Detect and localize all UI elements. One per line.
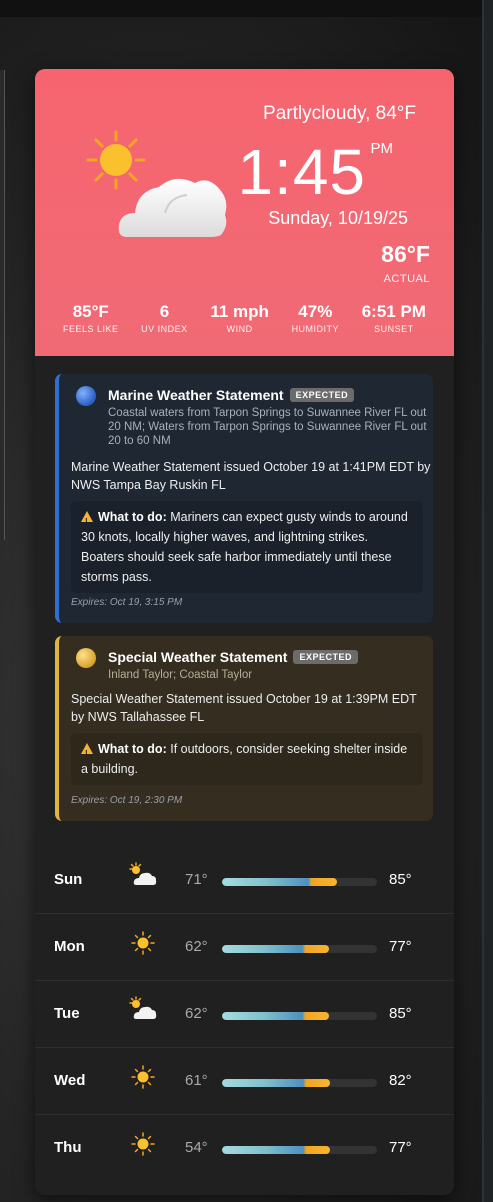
daily-forecast: Sun 71° 85° Mon 62° 77° Tue 62° 85° Wed …	[35, 847, 454, 1181]
stats-row: 85°F FEELS LIKE 6 UV INDEX 11 mph WIND 4…	[63, 302, 426, 334]
stat-value: 47%	[298, 302, 333, 321]
temp-range-fill	[222, 1079, 330, 1087]
stat-feels-like: 85°F FEELS LIKE	[63, 302, 119, 334]
temp-range-bar	[222, 945, 377, 953]
forecast-row[interactable]: Thu 54° 77°	[35, 1115, 454, 1181]
alert-description: Special Weather Statement issued October…	[71, 692, 417, 724]
top-bar	[0, 0, 493, 17]
stat-humidity: 47% HUMIDITY	[292, 302, 340, 334]
forecast-row[interactable]: Mon 62° 77°	[35, 914, 454, 981]
forecast-row[interactable]: Wed 61° 82°	[35, 1048, 454, 1115]
forecast-low: 62°	[185, 938, 208, 955]
alert-title: Marine Weather Statement EXPECTED	[108, 387, 355, 403]
status-badge: EXPECTED	[293, 650, 358, 664]
forecast-high: 77°	[389, 938, 412, 955]
temp-range-bar	[222, 1079, 377, 1087]
stat-label: SUNSET	[374, 324, 414, 334]
forecast-low: 54°	[185, 1139, 208, 1156]
temp-range-fill	[222, 1146, 330, 1154]
forecast-day: Mon	[54, 938, 85, 955]
warning-icon	[81, 511, 93, 532]
stat-uv-index: 6 UV INDEX	[141, 302, 188, 334]
todo-label: What to do:	[98, 510, 167, 524]
temp-range-fill	[222, 1012, 329, 1020]
alert-marine-weather-statement[interactable]: Marine Weather Statement EXPECTED Coastal…	[55, 374, 433, 623]
sunny-icon	[131, 931, 155, 955]
alert-expires: Expires: Oct 19, 3:15 PM	[71, 597, 183, 608]
sunny-icon	[131, 1065, 155, 1089]
time-ampm: PM	[370, 140, 394, 157]
partly-cloudy-icon	[129, 996, 157, 1019]
alert-expires: Expires: Oct 19, 2:30 PM	[71, 795, 183, 806]
actual-label: ACTUAL	[383, 273, 430, 285]
alert-title-text: Special Weather Statement	[108, 649, 288, 665]
warning-icon	[81, 743, 93, 764]
alert-area: Inland Taylor; Coastal Taylor	[108, 669, 253, 681]
current-date: Sunday, 10/19/25	[268, 208, 408, 228]
stat-label: HUMIDITY	[291, 324, 340, 334]
forecast-day: Thu	[54, 1139, 82, 1156]
cloud-icon	[118, 178, 227, 237]
temp-range-bar	[222, 878, 377, 886]
forecast-low: 62°	[185, 1005, 208, 1022]
partly-cloudy-icon	[129, 862, 157, 885]
alert-dot-icon	[76, 648, 96, 668]
background-window-right	[483, 0, 493, 1202]
sunny-icon	[131, 1132, 155, 1156]
current-time: 1:45	[237, 136, 366, 208]
stat-value: 85°F	[72, 302, 109, 321]
stat-value: 6:51 PM	[361, 302, 426, 321]
forecast-high: 85°	[389, 1005, 412, 1022]
stat-label: FEELS LIKE	[63, 324, 119, 334]
alert-special-weather-statement[interactable]: Special Weather Statement EXPECTED Inland…	[55, 636, 433, 821]
status-badge: EXPECTED	[289, 388, 355, 402]
stat-wind: 11 mph WIND	[210, 302, 269, 334]
temp-range-fill	[222, 878, 337, 886]
forecast-day: Sun	[54, 871, 83, 888]
temp-range-fill	[222, 945, 329, 953]
stat-sunset: 6:51 PM SUNSET	[362, 302, 426, 334]
forecast-day: Tue	[54, 1005, 80, 1022]
temp-range-bar	[222, 1146, 377, 1154]
forecast-day: Wed	[54, 1072, 86, 1089]
alert-todo: What to do: Mariners can expect gusty wi…	[71, 501, 423, 593]
alert-title-text: Marine Weather Statement	[108, 387, 284, 403]
alert-todo: What to do: If outdoors, consider seekin…	[71, 733, 423, 785]
forecast-low: 71°	[185, 871, 208, 888]
background-window-edge	[0, 70, 5, 540]
forecast-row[interactable]: Sun 71° 85°	[35, 847, 454, 914]
condition-text: Partlycloudy, 84°F	[263, 103, 416, 124]
forecast-high: 77°	[389, 1139, 412, 1156]
forecast-high: 85°	[389, 871, 412, 888]
stat-label: UV INDEX	[141, 324, 188, 334]
alert-description: Marine Weather Statement issued October …	[71, 460, 431, 492]
stat-value: 11 mph	[210, 302, 269, 321]
stat-label: WIND	[226, 324, 253, 334]
actual-temperature: 86°F	[381, 241, 430, 267]
forecast-row[interactable]: Tue 62° 85°	[35, 981, 454, 1048]
temp-range-bar	[222, 1012, 377, 1020]
stat-value: 6	[159, 302, 170, 321]
current-conditions: Partlycloudy, 84°F 1:45 PM Sunday, 10/19…	[35, 69, 454, 356]
weather-card: Partlycloudy, 84°F 1:45 PM Sunday, 10/19…	[35, 69, 454, 1195]
forecast-low: 61°	[185, 1072, 208, 1089]
alert-dot-icon	[76, 386, 96, 406]
alert-title: Special Weather Statement EXPECTED	[108, 649, 358, 665]
forecast-high: 82°	[389, 1072, 412, 1089]
alert-area: Coastal waters from Tarpon Springs to Su…	[108, 407, 427, 447]
todo-label: What to do:	[98, 742, 167, 756]
